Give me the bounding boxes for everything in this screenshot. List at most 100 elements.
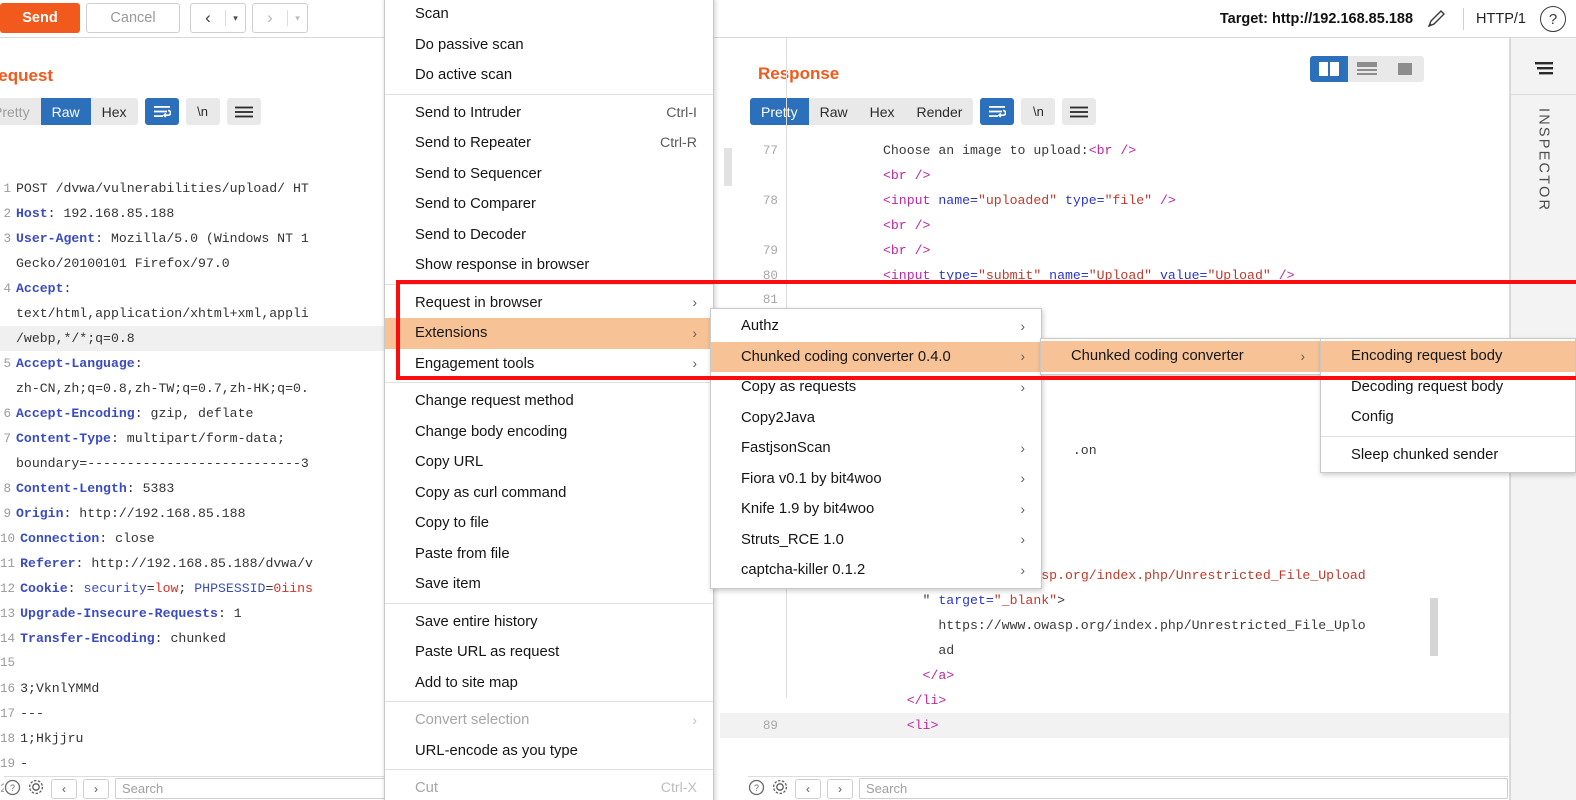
prev-dropdown-caret-icon[interactable]: ▾ bbox=[226, 4, 245, 32]
code-token: Transfer-Encoding bbox=[20, 631, 155, 646]
ext-item-fiora-v0-1-by-bit4woo[interactable]: Fiora v0.1 by bit4woo › bbox=[711, 464, 1041, 495]
code-token: Upgrade-Insecure-Requests bbox=[20, 606, 218, 621]
line-number: 5 bbox=[3, 357, 11, 371]
code-text: </li> bbox=[788, 688, 1510, 713]
word-wrap-icon[interactable] bbox=[980, 98, 1015, 125]
ext-item-struts-rce-1-0[interactable]: Struts_RCE 1.0 › bbox=[711, 525, 1041, 556]
menu-item-send-to-sequencer[interactable]: Send to Sequencer bbox=[385, 159, 713, 190]
scrollbar-thumb[interactable] bbox=[1430, 598, 1438, 656]
code-line: 12 Cookie: security=low; PHPSESSID=0iins bbox=[0, 576, 392, 601]
menu-item-send-to-decoder[interactable]: Send to Decoder bbox=[385, 220, 713, 251]
menu-item-change-request-method[interactable]: Change request method bbox=[385, 386, 713, 417]
response-search-input[interactable]: Search bbox=[859, 778, 1508, 799]
ext-item-chunked-coding-converter-0-4-0[interactable]: Chunked coding converter 0.4.0 › bbox=[711, 341, 1041, 372]
show-newlines-icon[interactable]: \n bbox=[185, 98, 220, 125]
layout-stacked-icon[interactable] bbox=[1348, 56, 1386, 82]
help-small-icon[interactable]: ? bbox=[748, 779, 765, 799]
menu-item-send-to-comparer[interactable]: Send to Comparer bbox=[385, 189, 713, 220]
ext-item-knife-1-9-by-bit4woo[interactable]: Knife 1.9 by bit4woo › bbox=[711, 494, 1041, 525]
menu-item-send-to-repeater[interactable]: Send to Repeater Ctrl-R bbox=[385, 128, 713, 159]
next-arrow-icon[interactable]: › bbox=[253, 4, 287, 32]
menu-item-copy-to-file[interactable]: Copy to file bbox=[385, 508, 713, 539]
context-menu-encoding-actions[interactable]: Encoding request body Decoding request bo… bbox=[1320, 338, 1576, 473]
tab-response-raw[interactable]: Raw bbox=[809, 98, 859, 125]
cancel-button[interactable]: Cancel bbox=[86, 3, 180, 33]
help-icon[interactable]: ? bbox=[1540, 6, 1566, 32]
menu-item-request-in-browser[interactable]: Request in browser › bbox=[385, 288, 713, 319]
inspector-menu-icon[interactable] bbox=[1529, 56, 1559, 82]
search-prev-button[interactable]: ‹ bbox=[795, 778, 821, 799]
next-dropdown-caret-icon[interactable]: ▾ bbox=[288, 4, 307, 32]
menu-item-label: Chunked coding converter 0.4.0 bbox=[741, 348, 951, 365]
line-number: 14 bbox=[0, 632, 16, 646]
menu-item-extensions[interactable]: Extensions › bbox=[385, 318, 713, 349]
tab-request-hex[interactable]: Hex bbox=[91, 98, 138, 125]
code-token: /> bbox=[1270, 268, 1295, 283]
menu-item-show-response-in-browser[interactable]: Show response in browser bbox=[385, 250, 713, 281]
menu-item-paste-from-file[interactable]: Paste from file bbox=[385, 539, 713, 570]
menu-item-engagement-tools[interactable]: Engagement tools › bbox=[385, 349, 713, 380]
menu-item-copy-as-curl-command[interactable]: Copy as curl command bbox=[385, 478, 713, 509]
request-menu-icon[interactable] bbox=[226, 98, 261, 125]
menu-item-add-to-site-map[interactable]: Add to site map bbox=[385, 668, 713, 699]
tab-request-pretty[interactable]: Pretty bbox=[0, 98, 41, 125]
ext-item-copy-as-requests[interactable]: Copy as requests › bbox=[711, 372, 1041, 403]
ext-item-copy2java[interactable]: Copy2Java bbox=[711, 403, 1041, 434]
http-version-label[interactable]: HTTP/1 bbox=[1476, 11, 1526, 27]
ext-item-fastjsonscan[interactable]: FastjsonScan › bbox=[711, 433, 1041, 464]
response-menu-icon[interactable] bbox=[1062, 98, 1097, 125]
menu-item-url-encode-as-you-type[interactable]: URL-encode as you type bbox=[385, 736, 713, 767]
ext-item-captcha-killer-0-1-2[interactable]: captcha-killer 0.1.2 › bbox=[711, 555, 1041, 586]
layout-side-by-side-icon[interactable] bbox=[1310, 56, 1348, 82]
settings-gear-icon[interactable] bbox=[27, 778, 45, 799]
show-newlines-icon[interactable]: \n bbox=[1021, 98, 1056, 125]
search-next-button[interactable]: › bbox=[827, 778, 853, 799]
menu-item-change-body-encoding[interactable]: Change body encoding bbox=[385, 417, 713, 448]
request-search-input[interactable]: Search bbox=[115, 778, 390, 799]
menu-item-save-entire-history[interactable]: Save entire history bbox=[385, 607, 713, 638]
menu-item-do-active-scan[interactable]: Do active scan bbox=[385, 60, 713, 91]
tab-response-hex[interactable]: Hex bbox=[859, 98, 906, 125]
enc-item-decoding-request-body[interactable]: Decoding request body bbox=[1321, 372, 1575, 403]
enc-item-sleep-chunked-sender[interactable]: Sleep chunked sender bbox=[1321, 440, 1575, 471]
menu-item-label: Copy as requests bbox=[741, 379, 857, 396]
chevron-right-icon: › bbox=[1020, 501, 1026, 517]
menu-item-scan[interactable]: Scan bbox=[385, 0, 713, 30]
word-wrap-icon[interactable] bbox=[144, 98, 179, 125]
line-number: 2 bbox=[3, 207, 11, 221]
menu-item-do-passive-scan[interactable]: Do passive scan bbox=[385, 30, 713, 61]
menu-item-copy-url[interactable]: Copy URL bbox=[385, 447, 713, 478]
code-token: </a> bbox=[922, 668, 955, 683]
tab-response-render[interactable]: Render bbox=[906, 98, 974, 125]
code-token: <br /> bbox=[882, 218, 931, 233]
request-body-editor[interactable]: 1 POST /dvwa/vulnerabilities/upload/ HT 2 H… bbox=[0, 176, 392, 800]
help-small-icon[interactable]: ? bbox=[4, 779, 21, 799]
search-next-button[interactable]: › bbox=[83, 778, 109, 799]
settings-gear-icon[interactable] bbox=[771, 778, 789, 799]
context-menu-main[interactable]: Scan Do passive scan Do active scan Send to… bbox=[384, 0, 714, 800]
line-number: 4 bbox=[3, 282, 11, 296]
ccc-item-chunked-coding-converter[interactable]: Chunked coding converter › bbox=[1041, 341, 1321, 372]
code-token: security bbox=[83, 581, 147, 596]
tab-response-pretty[interactable]: Pretty bbox=[750, 98, 809, 125]
context-menu-extensions[interactable]: Authz › Chunked coding converter 0.4.0 › Cop… bbox=[710, 308, 1042, 589]
pencil-icon[interactable] bbox=[1421, 8, 1451, 30]
line-number: 7 bbox=[3, 432, 11, 446]
menu-item-save-item[interactable]: Save item bbox=[385, 569, 713, 600]
menu-item-label: Copy as curl command bbox=[415, 484, 567, 501]
send-button[interactable]: Send bbox=[0, 3, 80, 33]
prev-arrow-icon[interactable]: ‹ bbox=[191, 4, 225, 32]
ext-item-authz[interactable]: Authz › bbox=[711, 311, 1041, 342]
search-prev-button[interactable]: ‹ bbox=[51, 778, 77, 799]
next-request-group[interactable]: › ▾ bbox=[252, 3, 308, 33]
enc-item-encoding-request-body[interactable]: Encoding request body bbox=[1321, 341, 1575, 372]
layout-single-icon[interactable] bbox=[1386, 56, 1424, 82]
menu-item-paste-url-as-request[interactable]: Paste URL as request bbox=[385, 637, 713, 668]
prev-request-group[interactable]: ‹ ▾ bbox=[190, 3, 246, 33]
chevron-right-icon: › bbox=[692, 295, 698, 311]
context-menu-chunked-coding-converter[interactable]: Chunked coding converter › bbox=[1040, 338, 1322, 375]
response-scrollbar[interactable] bbox=[1430, 158, 1438, 798]
menu-item-send-to-intruder[interactable]: Send to Intruder Ctrl-I bbox=[385, 98, 713, 129]
tab-request-raw[interactable]: Raw bbox=[40, 98, 91, 125]
enc-item-config[interactable]: Config bbox=[1321, 402, 1575, 433]
